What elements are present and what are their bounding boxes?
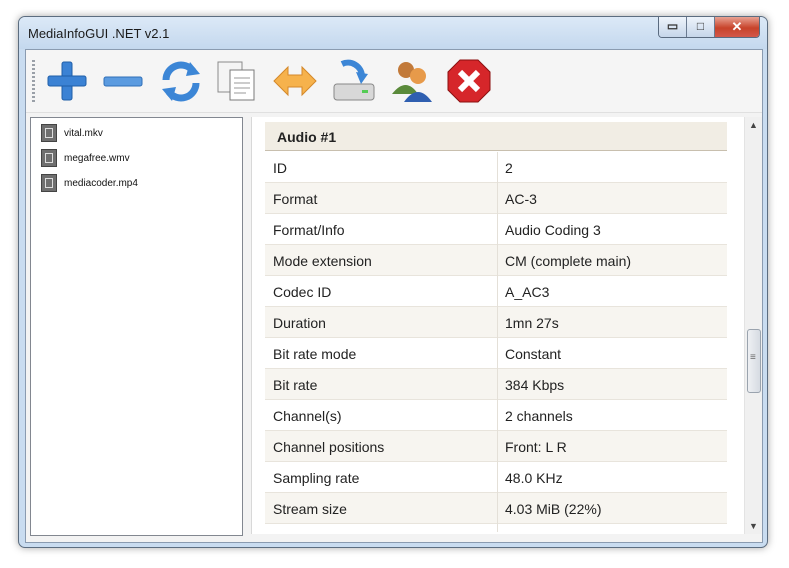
- row-key: Bit rate mode: [273, 346, 357, 362]
- window-title: MediaInfoGUI .NET v2.1: [28, 26, 170, 41]
- close-window-button[interactable]: ✕: [715, 17, 759, 37]
- toolbar: [26, 50, 762, 113]
- double-arrow-icon: [273, 65, 317, 97]
- maximize-button[interactable]: □: [687, 17, 715, 37]
- vertical-scrollbar[interactable]: ▲ ▼: [744, 117, 762, 534]
- table-row: Stream size 4.03 MiB (22%): [265, 493, 727, 524]
- users-icon: [392, 62, 432, 102]
- minimize-button[interactable]: ▭: [659, 17, 687, 37]
- scroll-down-button[interactable]: ▼: [745, 518, 762, 534]
- row-value: 2: [505, 160, 513, 176]
- list-item[interactable]: vital.mkv: [41, 124, 103, 142]
- remove-file-button[interactable]: [98, 56, 148, 106]
- table-row: Format/Info Audio Coding 3: [265, 214, 727, 245]
- toolbar-grip[interactable]: [32, 60, 35, 104]
- row-value: 1mn 27s: [505, 315, 559, 331]
- row-value: A_AC3: [505, 284, 550, 300]
- title-bar[interactable]: MediaInfoGUI .NET v2.1 ▭ □ ✕: [19, 17, 767, 49]
- refresh-button[interactable]: [156, 56, 206, 106]
- add-file-button[interactable]: [42, 56, 92, 106]
- section-title: Audio #1: [277, 129, 337, 145]
- plus-icon: [47, 61, 87, 101]
- section-header: Audio #1: [265, 122, 727, 151]
- client-area: vital.mkv megafree.wmv mediacoder.mp4 Au…: [25, 49, 763, 543]
- row-value: 2 channels: [505, 408, 573, 424]
- file-name: megafree.wmv: [64, 152, 130, 164]
- row-key: Duration: [273, 315, 326, 331]
- row-key: Format: [273, 191, 318, 207]
- row-key: Bit rate: [273, 377, 318, 393]
- row-value: Constant: [505, 346, 562, 362]
- maximize-icon: □: [696, 19, 705, 33]
- row-key: Channel positions: [273, 439, 385, 455]
- row-value: CM (complete main): [505, 253, 632, 269]
- list-item[interactable]: mediacoder.mp4: [41, 174, 138, 192]
- row-key: Codec ID: [273, 284, 332, 300]
- row-value: 384 Kbps: [505, 377, 565, 393]
- table-row: Codec ID A_AC3: [265, 276, 727, 307]
- minus-icon: [103, 76, 143, 87]
- table-row: Duration 1mn 27s: [265, 307, 727, 338]
- refresh-icon: [162, 61, 200, 102]
- file-name: vital.mkv: [64, 127, 103, 139]
- stop-x-icon: [447, 59, 491, 103]
- table-row: Mode extension CM (complete main): [265, 245, 727, 276]
- list-item[interactable]: megafree.wmv: [41, 149, 130, 167]
- table-row: ID 2: [265, 152, 727, 183]
- file-name: mediacoder.mp4: [64, 177, 138, 189]
- info-table: ID 2 Format AC-3 Format/Info Audio Coding 3…: [265, 152, 727, 524]
- row-value: 48.0 KHz: [505, 470, 563, 486]
- row-key: ID: [273, 160, 287, 176]
- row-value: 4.03 MiB (22%): [505, 501, 602, 517]
- scroll-up-button[interactable]: ▲: [745, 117, 762, 133]
- users-button[interactable]: [386, 56, 436, 106]
- table-row: Sampling rate 48.0 KHz: [265, 462, 727, 493]
- row-key: Format/Info: [273, 222, 345, 238]
- minimize-icon: ▭: [666, 19, 679, 33]
- media-file-icon: [41, 124, 57, 142]
- table-row: Bit rate 384 Kbps: [265, 369, 727, 400]
- save-button[interactable]: [328, 56, 378, 106]
- media-file-icon: [41, 149, 57, 167]
- table-row: Channel positions Front: L R: [265, 431, 727, 462]
- media-file-icon: [41, 174, 57, 192]
- file-list[interactable]: vital.mkv megafree.wmv mediacoder.mp4: [30, 117, 243, 536]
- row-key: Mode extension: [273, 253, 372, 269]
- close-icon: ✕: [731, 19, 743, 34]
- row-key: Stream size: [273, 501, 347, 517]
- row-key: Sampling rate: [273, 470, 360, 486]
- row-key: Channel(s): [273, 408, 342, 424]
- row-value: Front: L R: [505, 439, 567, 455]
- compare-button[interactable]: [270, 56, 320, 106]
- details-panel: Audio #1 ID 2 Format AC-3 Format/Info Audio…: [251, 117, 762, 534]
- table-row: Bit rate mode Constant: [265, 338, 727, 369]
- row-value: AC-3: [505, 191, 537, 207]
- scroll-thumb[interactable]: [747, 329, 761, 393]
- table-row: Format AC-3: [265, 183, 727, 214]
- copy-button[interactable]: [212, 56, 262, 106]
- table-row: Channel(s) 2 channels: [265, 400, 727, 431]
- row-value: Audio Coding 3: [505, 222, 601, 238]
- copy-icon: [217, 61, 255, 101]
- save-drive-icon: [333, 59, 375, 101]
- column-divider: [497, 152, 498, 532]
- window-controls: ▭ □ ✕: [658, 17, 760, 38]
- stop-button[interactable]: [444, 56, 494, 106]
- app-window: MediaInfoGUI .NET v2.1 ▭ □ ✕ vital.mkv m…: [18, 16, 768, 548]
